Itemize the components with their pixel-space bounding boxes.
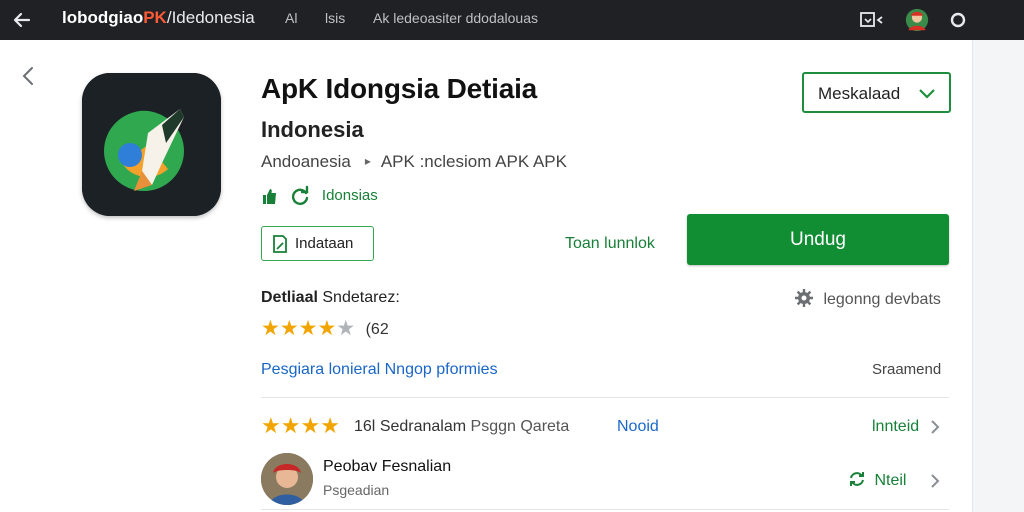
right-gutter <box>972 40 1024 512</box>
chevron-left-icon[interactable] <box>18 64 38 88</box>
top-nav-item-a[interactable]: Al <box>285 10 297 26</box>
breadcrumb-separator-icon: ▸ <box>364 154 371 168</box>
thumbs-up-icon <box>263 189 276 204</box>
site-name-main: lobodgiao <box>62 8 144 27</box>
breadcrumb-item[interactable]: APK :nclesiom APK APK <box>381 152 567 171</box>
app-title: ApK Idongsia Detiaia <box>261 73 538 104</box>
review-subtitle: Psggn Qareta <box>470 418 570 435</box>
star-icon: ★ <box>280 413 301 438</box>
refresh-icon <box>850 472 864 486</box>
more-link[interactable]: Toan lunnlok <box>565 235 655 253</box>
outline-button-label: Indataan <box>295 235 354 252</box>
divider <box>261 509 949 510</box>
star-icon: ★ <box>317 317 337 340</box>
back-arrow-icon[interactable] <box>10 8 34 32</box>
star-icon: ★ <box>320 413 340 438</box>
star-icon: ★ <box>261 317 280 340</box>
install-button[interactable]: Undug <box>687 214 949 265</box>
star-icon: ★ <box>336 317 356 340</box>
review-middle-link[interactable]: Nooid <box>617 418 659 436</box>
site-name-accent: PK <box>143 8 167 27</box>
right-label[interactable]: Sraamend <box>872 361 941 378</box>
settings-link[interactable]: legonng devbats <box>795 289 941 309</box>
details-heading-rest: Sndetarez: <box>322 289 400 306</box>
meta-label: Idonsias <box>321 187 378 205</box>
star-icon: ★ <box>300 413 321 438</box>
settings-link-label: legonng devbats <box>823 291 941 308</box>
chevron-down-icon <box>919 89 935 99</box>
window-box-icon[interactable] <box>858 8 892 32</box>
variant-dropdown[interactable]: Meskalaad <box>802 72 951 113</box>
meta-row: Idonsias <box>261 185 378 209</box>
user-action-link[interactable]: Nteil <box>848 470 906 490</box>
variant-dropdown-value: Meskalaad <box>818 84 901 103</box>
review-row[interactable]: ★★★★ 16l Sedranalam Psggn Qareta Nooid l… <box>261 414 949 440</box>
gear-icon <box>795 289 813 307</box>
browser-top-bar: lobodgiaoPK/Idedonesia Al lsis Ak ledeoa… <box>0 0 1024 40</box>
star-icon: ★ <box>261 413 281 438</box>
app-subtitle: Indonesia <box>261 117 364 142</box>
review-action-link[interactable]: lnnteid <box>872 418 919 436</box>
info-link[interactable]: Pesgiara lonieral Nngop pformies <box>261 361 498 379</box>
circle-icon[interactable] <box>946 8 970 32</box>
user-name: Peobav Fesnalian <box>323 458 452 475</box>
site-name[interactable]: lobodgiaoPK/Idedonesia <box>62 8 255 28</box>
avatar <box>261 453 313 505</box>
user-row[interactable]: Peobav Fesnalian Psgeadian Nteil <box>261 450 949 505</box>
details-heading: Detliaal Sndetarez: <box>261 289 400 307</box>
outline-button[interactable]: Indataan <box>261 226 374 261</box>
breadcrumb: Andoanesia ▸ APK :nclesiom APK APK <box>261 152 567 172</box>
divider <box>261 397 949 398</box>
chevron-right-icon <box>931 474 940 488</box>
avatar-icon[interactable] <box>903 8 931 32</box>
review-stars: ★★★★ <box>261 414 340 438</box>
details-heading-bold: Detliaal <box>261 289 318 306</box>
document-icon <box>273 235 287 253</box>
chevron-right-icon <box>931 420 940 434</box>
user-action-label: Nteil <box>874 472 907 489</box>
breadcrumb-item[interactable]: Andoanesia <box>261 152 351 171</box>
app-icon <box>82 73 221 216</box>
review-text: 16l Sedranalam Psggn Qareta <box>354 418 569 436</box>
star-icon: ★ <box>298 317 318 340</box>
rating-stars: ★★★★★ (62 <box>261 318 389 340</box>
top-nav-item-b[interactable]: lsis <box>325 10 345 26</box>
rating-count: (62 <box>365 321 389 338</box>
refresh-icon <box>292 185 309 205</box>
site-region: Idedonesia <box>171 8 255 27</box>
review-count: 16l <box>354 418 376 435</box>
top-nav-item-c[interactable]: Ak ledeoasiter ddodalouas <box>373 10 538 26</box>
user-subtitle: Psgeadian <box>323 482 390 498</box>
star-icon: ★ <box>279 317 299 340</box>
review-title: Sedranalam <box>379 418 467 435</box>
